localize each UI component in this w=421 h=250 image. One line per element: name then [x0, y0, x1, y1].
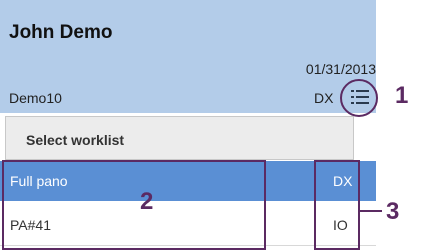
- select-worklist-dropdown[interactable]: Select worklist: [5, 116, 354, 160]
- callout-3: 3: [386, 198, 400, 225]
- annotation-circle-1: [340, 79, 378, 117]
- patient-name: John Demo: [9, 22, 113, 43]
- select-worklist-label: Select worklist: [26, 132, 125, 148]
- patient-header: John Demo 01/31/2013 Demo10 DX: [0, 0, 376, 113]
- callout-2: 2: [140, 188, 154, 215]
- exam-date: 01/31/2013: [305, 61, 376, 77]
- annotation-box-3: [314, 160, 360, 250]
- annotation-box-2: [2, 160, 266, 250]
- callout-1: 1: [395, 82, 409, 109]
- modality-label: DX: [314, 90, 334, 106]
- exam-id: Demo10: [9, 90, 62, 106]
- callout-leader-3: [360, 210, 382, 212]
